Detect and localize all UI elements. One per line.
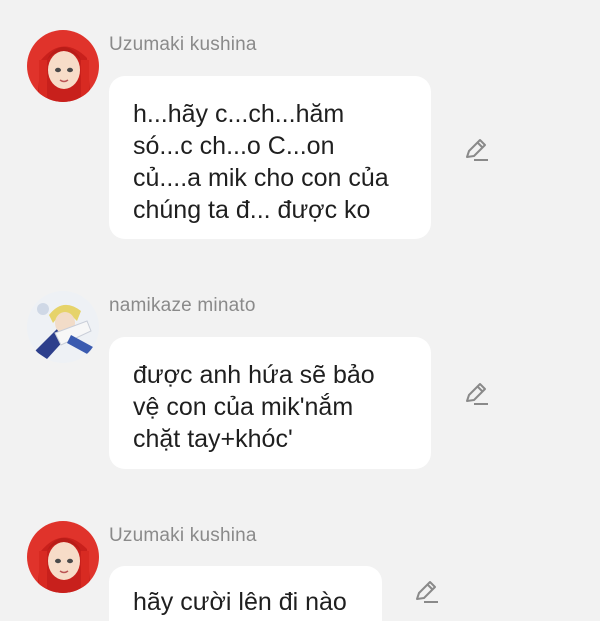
minato-avatar[interactable] (27, 291, 99, 363)
message-bubble: h...hãy c...ch...hăm só...c ch...o C...o… (109, 76, 431, 239)
chat-thread: Uzumaki kushina h...hãy c...ch...hăm só.… (0, 0, 600, 621)
edit-icon[interactable] (412, 578, 440, 606)
kushina-avatar[interactable] (27, 521, 99, 593)
edit-icon[interactable] (462, 136, 490, 164)
sender-name: Uzumaki kushina (109, 525, 257, 546)
sender-name: namikaze minato (109, 295, 256, 316)
edit-icon[interactable] (462, 380, 490, 408)
message-bubble: được anh hứa sẽ bảo vệ con của mik'nắm c… (109, 337, 431, 469)
kushina-avatar[interactable] (27, 30, 99, 102)
message-bubble: hãy cười lên đi nào (109, 566, 382, 621)
sender-name: Uzumaki kushina (109, 34, 257, 55)
